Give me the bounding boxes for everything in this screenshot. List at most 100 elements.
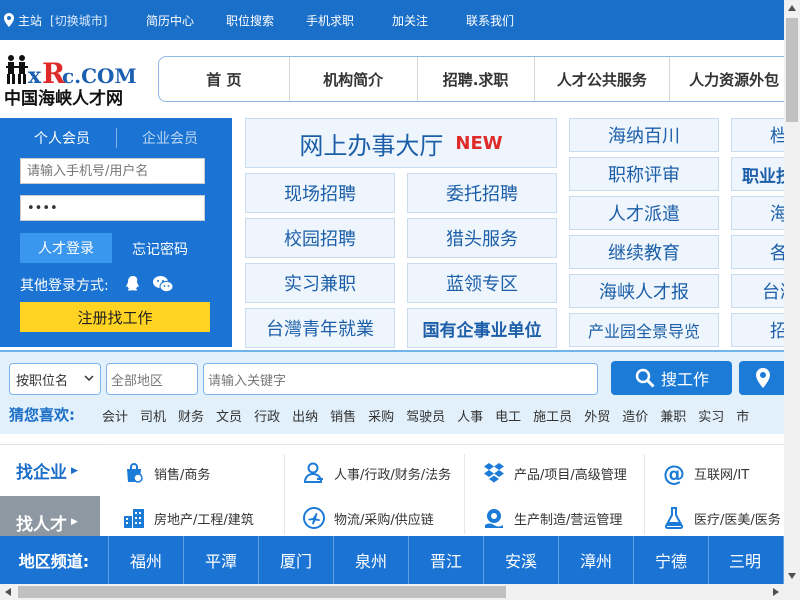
password-input[interactable] — [20, 195, 205, 221]
service-right-3[interactable]: 海 — [731, 196, 791, 230]
keyword-link[interactable]: 驾驶员 — [406, 410, 445, 425]
wechat-icon[interactable] — [152, 275, 174, 293]
scroll-up-icon[interactable] — [784, 0, 800, 16]
category-hr-admin[interactable]: 人事/行政/财务/法务 — [302, 461, 451, 485]
area-input[interactable]: 全部地区 — [106, 363, 198, 395]
airplane-icon — [303, 507, 325, 529]
keyword-input[interactable]: 请输入关键字 — [203, 363, 598, 395]
qq-icon[interactable] — [124, 275, 142, 293]
region-sanming[interactable]: 三明 — [709, 536, 784, 584]
service-onsite-recruit[interactable]: 现场招聘 — [245, 173, 395, 213]
keyword-link[interactable]: 出纳 — [292, 410, 318, 425]
category-internet-it[interactable]: @ 互联网/IT — [662, 461, 749, 485]
chevron-down-icon — [84, 375, 94, 382]
switch-city-link[interactable]: [切换城市] — [50, 12, 107, 29]
service-right-5[interactable]: 台湾 — [731, 274, 791, 308]
region-xiamen[interactable]: 厦门 — [259, 536, 334, 584]
keyword-link[interactable]: 施工员 — [533, 410, 572, 425]
contact-link[interactable]: 联系我们 — [466, 12, 514, 29]
service-strait-talent-news[interactable]: 海峡人才报 — [569, 274, 719, 308]
horizontal-scrollbar[interactable] — [0, 584, 800, 600]
region-anxi[interactable]: 安溪 — [484, 536, 559, 584]
service-blue-collar[interactable]: 蓝领专区 — [407, 263, 557, 303]
keyword-link[interactable]: 采购 — [368, 410, 394, 425]
service-commissioned-recruit[interactable]: 委托招聘 — [407, 173, 557, 213]
category-logistics[interactable]: 物流/采购/供应链 — [302, 506, 434, 530]
column-divider — [644, 454, 645, 534]
category-manufacturing[interactable]: 生产制造/营运管理 — [482, 506, 622, 530]
category-medical[interactable]: 医疗/医美/医务 — [662, 506, 781, 530]
search-type-select[interactable]: 按职位名 — [9, 363, 101, 395]
tab-find-company[interactable]: 找企业 ▶ — [0, 444, 100, 496]
keyword-link[interactable]: 实习 — [698, 410, 724, 425]
horizontal-scroll-thumb[interactable] — [18, 586, 506, 598]
keyword-link[interactable]: 造价 — [622, 410, 648, 425]
category-product-project[interactable]: 产品/项目/高级管理 — [482, 461, 627, 485]
svg-text:c.COM: c.COM — [62, 64, 137, 86]
tab-company-member[interactable]: 企业会员 — [142, 128, 198, 148]
region-pingtan[interactable]: 平潭 — [184, 536, 259, 584]
service-state-owned[interactable]: 国有企事业单位 — [407, 308, 557, 348]
service-internship[interactable]: 实习兼职 — [245, 263, 395, 303]
map-search-button[interactable] — [739, 361, 789, 395]
keyword-link[interactable]: 财务 — [178, 410, 204, 425]
column-divider — [284, 454, 285, 534]
nav-about[interactable]: 机构简介 — [290, 57, 418, 101]
service-taiwan-youth[interactable]: 台灣青年就業 — [245, 308, 395, 348]
username-input[interactable] — [20, 158, 205, 184]
service-right-6[interactable]: 招 — [731, 313, 791, 347]
service-campus-recruit[interactable]: 校园招聘 — [245, 218, 395, 258]
category-real-estate[interactable]: 房地产/工程/建筑 — [122, 506, 254, 530]
service-continuing-education[interactable]: 继续教育 — [569, 235, 719, 269]
scroll-right-icon[interactable] — [768, 584, 784, 600]
keyword-link[interactable]: 销售 — [330, 410, 356, 425]
vertical-scrollbar[interactable] — [784, 0, 800, 584]
service-right-1[interactable]: 档 — [731, 118, 791, 152]
job-search-link[interactable]: 职位搜索 — [226, 12, 274, 29]
service-hainabaichuan[interactable]: 海纳百川 — [569, 118, 719, 152]
service-dispatch[interactable]: 人才派遣 — [569, 196, 719, 230]
dropbox-icon — [484, 463, 504, 483]
nav-home[interactable]: 首 页 — [159, 57, 290, 101]
forgot-password-link[interactable]: 忘记密码 — [132, 239, 188, 259]
tab-personal-member[interactable]: 个人会员 — [34, 128, 90, 148]
nav-public-service[interactable]: 人才公共服务 — [535, 57, 671, 101]
talent-login-button[interactable]: 人才登录 — [20, 233, 112, 263]
vertical-scroll-thumb[interactable] — [786, 18, 798, 122]
keyword-link[interactable]: 人事 — [457, 410, 483, 425]
online-service-hall-button[interactable]: 网上办事大厅 NEW — [245, 118, 557, 168]
region-zhangzhou[interactable]: 漳州 — [559, 536, 634, 584]
resume-center-link[interactable]: 简历中心 — [146, 12, 194, 29]
keyword-link[interactable]: 行政 — [254, 410, 280, 425]
region-fuzhou[interactable]: 福州 — [109, 536, 184, 584]
register-button[interactable]: 注册找工作 — [20, 302, 210, 332]
flask-icon — [664, 507, 684, 529]
keyword-link[interactable]: 兼职 — [660, 410, 686, 425]
keyword-link[interactable]: 文员 — [216, 410, 242, 425]
category-sales[interactable]: 销售/商务 — [122, 461, 210, 485]
scroll-down-icon[interactable] — [784, 568, 800, 584]
service-headhunting[interactable]: 猎头服务 — [407, 218, 557, 258]
top-bar: 主站 [切换城市] 简历中心 职位搜索 手机求职 加关注 联系我们 — [0, 0, 784, 40]
nav-recruit[interactable]: 招聘.求职 — [418, 57, 535, 101]
keyword-link[interactable]: 司机 — [140, 410, 166, 425]
nav-hr-outsourcing[interactable]: 人力资源外包 — [670, 57, 798, 101]
mobile-jobs-link[interactable]: 手机求职 — [306, 12, 354, 29]
service-right-4[interactable]: 各 — [731, 235, 791, 269]
search-jobs-button[interactable]: 搜工作 — [611, 361, 732, 395]
keyword-link[interactable]: 外贸 — [584, 410, 610, 425]
service-industrial-park[interactable]: 产业园全景导览 — [569, 313, 719, 347]
region-jinjiang[interactable]: 晋江 — [409, 536, 484, 584]
keyword-link[interactable]: 市 — [736, 410, 749, 425]
region-channel-bar: 地区频道: 福州 平潭 厦门 泉州 晋江 安溪 漳州 宁德 三明 — [0, 536, 784, 584]
keyword-link[interactable]: 会计 — [102, 410, 128, 425]
follow-link[interactable]: 加关注 — [392, 12, 428, 29]
scroll-left-icon[interactable] — [0, 584, 16, 600]
keyword-link[interactable]: 电工 — [495, 410, 521, 425]
service-title-review[interactable]: 职称评审 — [569, 157, 719, 191]
site-logo[interactable]: x R c.COM 中国海峡人才网 — [4, 52, 144, 109]
region-quanzhou[interactable]: 泉州 — [334, 536, 409, 584]
service-right-2[interactable]: 职业技 — [731, 157, 791, 191]
main-site-link[interactable]: 主站 — [18, 12, 42, 29]
region-ningde[interactable]: 宁德 — [634, 536, 709, 584]
